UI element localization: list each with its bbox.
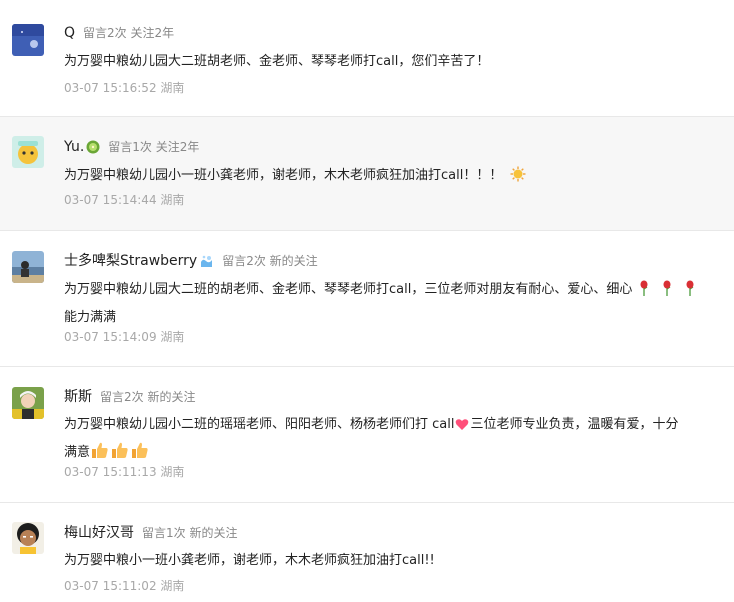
- comment-region: 湖南: [160, 330, 185, 344]
- comment-content: 为万婴中粮幼儿园大二班胡老师、金老师、琴琴老师打call，您们辛苦了！: [64, 54, 490, 69]
- comment-list: Q 留言2次 关注2年 为万婴中粮幼儿园大二班胡老师、金老师、琴琴老师打call，…: [0, 0, 734, 602]
- yellow-cartoon-avatar-icon[interactable]: [12, 136, 44, 168]
- sun-emoji-icon: [510, 166, 526, 191]
- rose-emoji-icon: [661, 280, 673, 305]
- nickname[interactable]: Q: [64, 25, 75, 41]
- nickname[interactable]: Yu.: [64, 139, 84, 155]
- comment-stats: 留言2次 新的关注: [100, 390, 196, 404]
- kiwi-emoji-icon: [86, 139, 100, 159]
- comment-content-line1: 为万婴中粮幼儿园大二班的胡老师、金老师、琴琴老师打call，三位老师对朋友有耐心…: [64, 282, 633, 297]
- comment-stats: 留言2次 新的关注: [222, 254, 318, 268]
- comment-region: 湖南: [160, 193, 185, 207]
- comment-time: 03-07 15:16:52: [64, 81, 157, 95]
- comment-content-line2: 满意: [64, 445, 91, 460]
- comment-region: 湖南: [160, 579, 185, 593]
- comment-item: 梅山好汉哥 留言1次 新的关注 为万婴中粮小一班小龚老师，谢老师，木木老师疯狂加油…: [0, 503, 734, 602]
- comment-item: Yu. 留言1次 关注2年 为万婴中粮幼儿园小一班小龚老师，谢老师，木木老师疯狂加…: [0, 117, 734, 231]
- person-photo-avatar-icon[interactable]: [12, 387, 44, 419]
- comment-region: 湖南: [160, 81, 185, 95]
- comment-item: 士多啤梨Strawberry 留言2次 新的关注 为万婴中粮幼儿园大二班的胡老师、…: [0, 231, 734, 367]
- comment-item: Q 留言2次 关注2年 为万婴中粮幼儿园大二班胡老师、金老师、琴琴老师打call，…: [0, 0, 734, 117]
- comment-stats: 留言2次 关注2年: [83, 26, 175, 40]
- comment-item: 斯斯 留言2次 新的关注 为万婴中粮幼儿园小二班的瑶瑶老师、阳阳老师、杨杨老师们打…: [0, 367, 734, 503]
- comment-content: 为万婴中粮幼儿园小一班小龚老师，谢老师，木木老师疯狂加油打call！！！: [64, 168, 503, 183]
- rose-emoji-icon: [638, 280, 650, 305]
- comment-region: 湖南: [160, 465, 185, 479]
- comment-time: 03-07 15:14:44: [64, 193, 157, 207]
- beach-photo-avatar-icon[interactable]: [12, 251, 44, 283]
- nickname[interactable]: 梅山好汉哥: [64, 525, 134, 541]
- comment-content-b: 三位老师专业负责，温暖有爱，十分: [470, 417, 679, 432]
- nickname[interactable]: 斯斯: [64, 389, 92, 405]
- comment-content: 为万婴中粮小一班小龚老师，谢老师，木木老师疯狂加油打call!!: [64, 553, 435, 568]
- comment-content-a: 为万婴中粮幼儿园小二班的瑶瑶老师、阳阳老师、杨杨老师们打 call: [64, 417, 455, 432]
- comment-time: 03-07 15:14:09: [64, 330, 157, 344]
- water-emoji-icon: [199, 253, 214, 273]
- rose-emoji-icon: [684, 280, 696, 305]
- comment-time: 03-07 15:11:13: [64, 465, 157, 479]
- nickname[interactable]: 士多啤梨Strawberry: [64, 253, 197, 269]
- comment-stats: 留言1次 关注2年: [108, 140, 200, 154]
- cartoon-man-avatar-icon[interactable]: [12, 522, 44, 554]
- comment-content-line2: 能力满满: [64, 310, 117, 325]
- blue-sky-avatar-icon[interactable]: [12, 24, 44, 56]
- comment-stats: 留言1次 新的关注: [142, 526, 238, 540]
- heart-emoji-icon: [455, 415, 469, 440]
- comment-time: 03-07 15:11:02: [64, 579, 157, 593]
